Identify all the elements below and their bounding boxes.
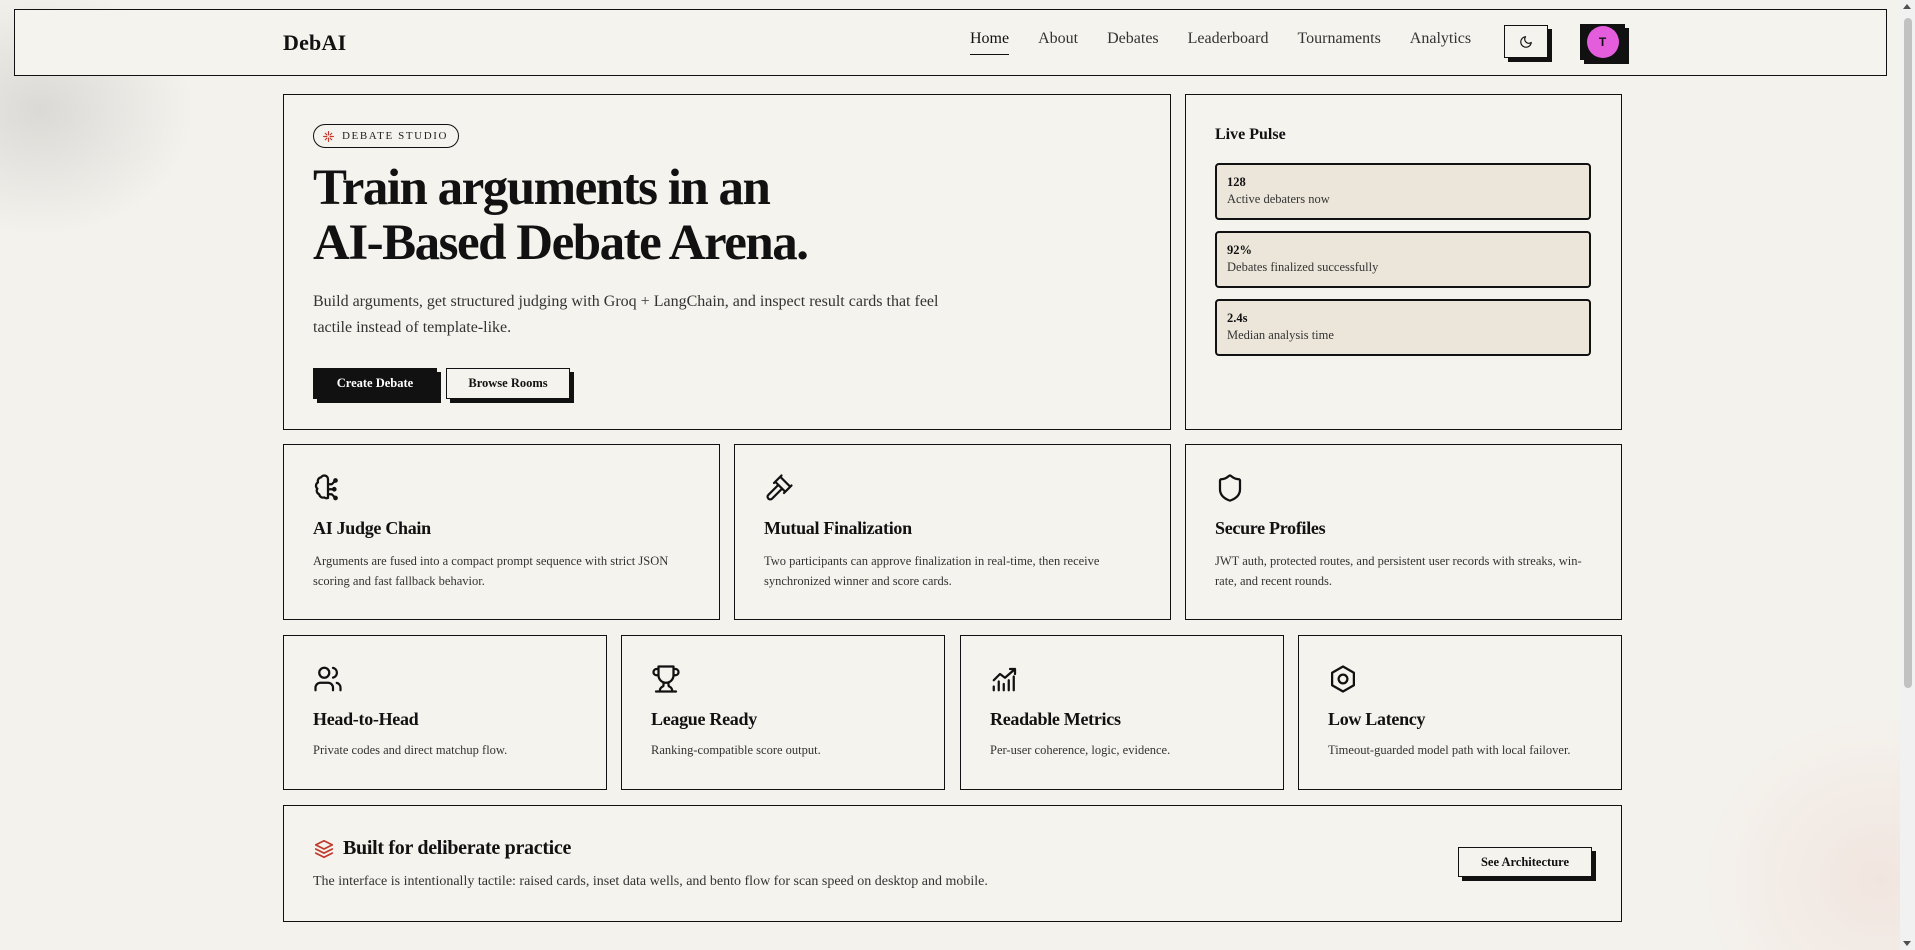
feature-card-head-to-head: Head-to-Head Private codes and direct ma… [283,635,607,790]
stat-analysis-time: 2.4s Median analysis time [1215,299,1591,356]
badge-label: DEBATE STUDIO [342,130,449,142]
live-pulse-card: Live Pulse 128 Active debaters now 92% D… [1185,94,1622,430]
trophy-icon [652,665,680,693]
feature-text: Two participants can approve finalizatio… [764,554,1100,588]
nav-link-tournaments[interactable]: Tournaments [1297,30,1380,55]
avatar: T [1586,26,1619,58]
browse-rooms-button[interactable]: Browse Rooms [446,368,570,399]
nav-link-debates[interactable]: Debates [1107,30,1159,55]
feature-text: Ranking-compatible score output. [651,743,821,757]
create-debate-button[interactable]: Create Debate [313,368,437,399]
scroll-down-arrow-icon[interactable] [1903,941,1911,946]
hero-title-line2: AI-Based Debate Arena. [313,215,809,271]
brain-icon [314,474,338,501]
feature-text: JWT auth, protected routes, and persiste… [1215,554,1582,588]
stat-value: 128 [1227,175,1246,189]
feature-text: Private codes and direct matchup flow. [313,743,508,757]
sparkle-icon [323,130,334,142]
profile-button[interactable]: T [1580,24,1625,60]
hero-title: Train arguments in an AI-Based Debate Ar… [313,160,809,271]
brand-logo[interactable]: DebAI [283,30,346,56]
nav-link-about[interactable]: About [1038,30,1078,55]
hero-card: DEBATE STUDIO Train arguments in an AI-B… [283,94,1171,430]
gavel-icon [766,474,793,501]
banner-text: The interface is intentionally tactile: … [313,874,988,889]
stat-value: 2.4s [1227,311,1248,325]
chart-icon [992,667,1017,692]
feature-title: League Ready [651,709,757,729]
nav-link-leaderboard[interactable]: Leaderboard [1188,30,1269,55]
feature-title: Mutual Finalization [764,518,912,538]
scroll-up-arrow-icon[interactable] [1903,4,1911,9]
stat-value: 92% [1227,243,1252,257]
scroll-thumb[interactable] [1904,18,1912,688]
stat-active-debaters: 128 Active debaters now [1215,163,1591,220]
hero-title-line1: Train arguments in an [313,160,771,216]
feature-text: Timeout-guarded model path with local fa… [1328,743,1571,757]
feature-title: Head-to-Head [313,709,419,729]
feature-title: Secure Profiles [1215,518,1326,538]
stat-label: Median analysis time [1227,328,1334,342]
stat-finalized: 92% Debates finalized successfully [1215,231,1591,288]
layers-icon [314,839,334,858]
nav-link-home[interactable]: Home [970,30,1010,55]
stat-label: Debates finalized successfully [1227,260,1379,274]
navbar: DebAI Home About Debates Leaderboard Tou… [14,9,1887,76]
feature-card-readable-metrics: Readable Metrics Per-user coherence, log… [960,635,1284,790]
stat-label: Active debaters now [1227,192,1330,206]
moon-icon [1520,35,1532,48]
feature-card-league-ready: League Ready Ranking-compatible score ou… [621,635,945,790]
live-pulse-title: Live Pulse [1215,126,1286,143]
feature-card-mutual-finalization: Mutual Finalization Two participants can… [734,444,1171,620]
page-scrollbar[interactable] [1900,0,1915,950]
feature-card-secure-profiles: Secure Profiles JWT auth, protected rout… [1185,444,1622,620]
feature-card-ai-judge: AI Judge Chain Arguments are fused into … [283,444,720,620]
feature-card-low-latency: Low Latency Timeout-guarded model path w… [1298,635,1622,790]
theme-toggle-button[interactable] [1504,25,1548,58]
feature-text: Per-user coherence, logic, evidence. [990,743,1171,757]
feature-title: AI Judge Chain [313,518,431,538]
users-icon [314,666,342,692]
nav-links: Home About Debates Leaderboard Tournamen… [970,30,1471,55]
hexagon-icon [1331,665,1355,693]
nav-link-analytics[interactable]: Analytics [1410,30,1471,55]
studio-badge: DEBATE STUDIO [313,124,460,148]
feature-title: Readable Metrics [990,709,1121,729]
hero-subtitle: Build arguments, get structured judging … [313,293,939,336]
practice-banner: Built for deliberate practice The interf… [283,805,1622,922]
see-architecture-button[interactable]: See Architecture [1458,847,1592,877]
banner-title-text: Built for deliberate practice [343,837,572,859]
banner-title: Built for deliberate practice [313,837,571,860]
shield-icon [1218,474,1242,502]
feature-text: Arguments are fused into a compact promp… [313,554,669,588]
feature-title: Low Latency [1328,709,1426,729]
